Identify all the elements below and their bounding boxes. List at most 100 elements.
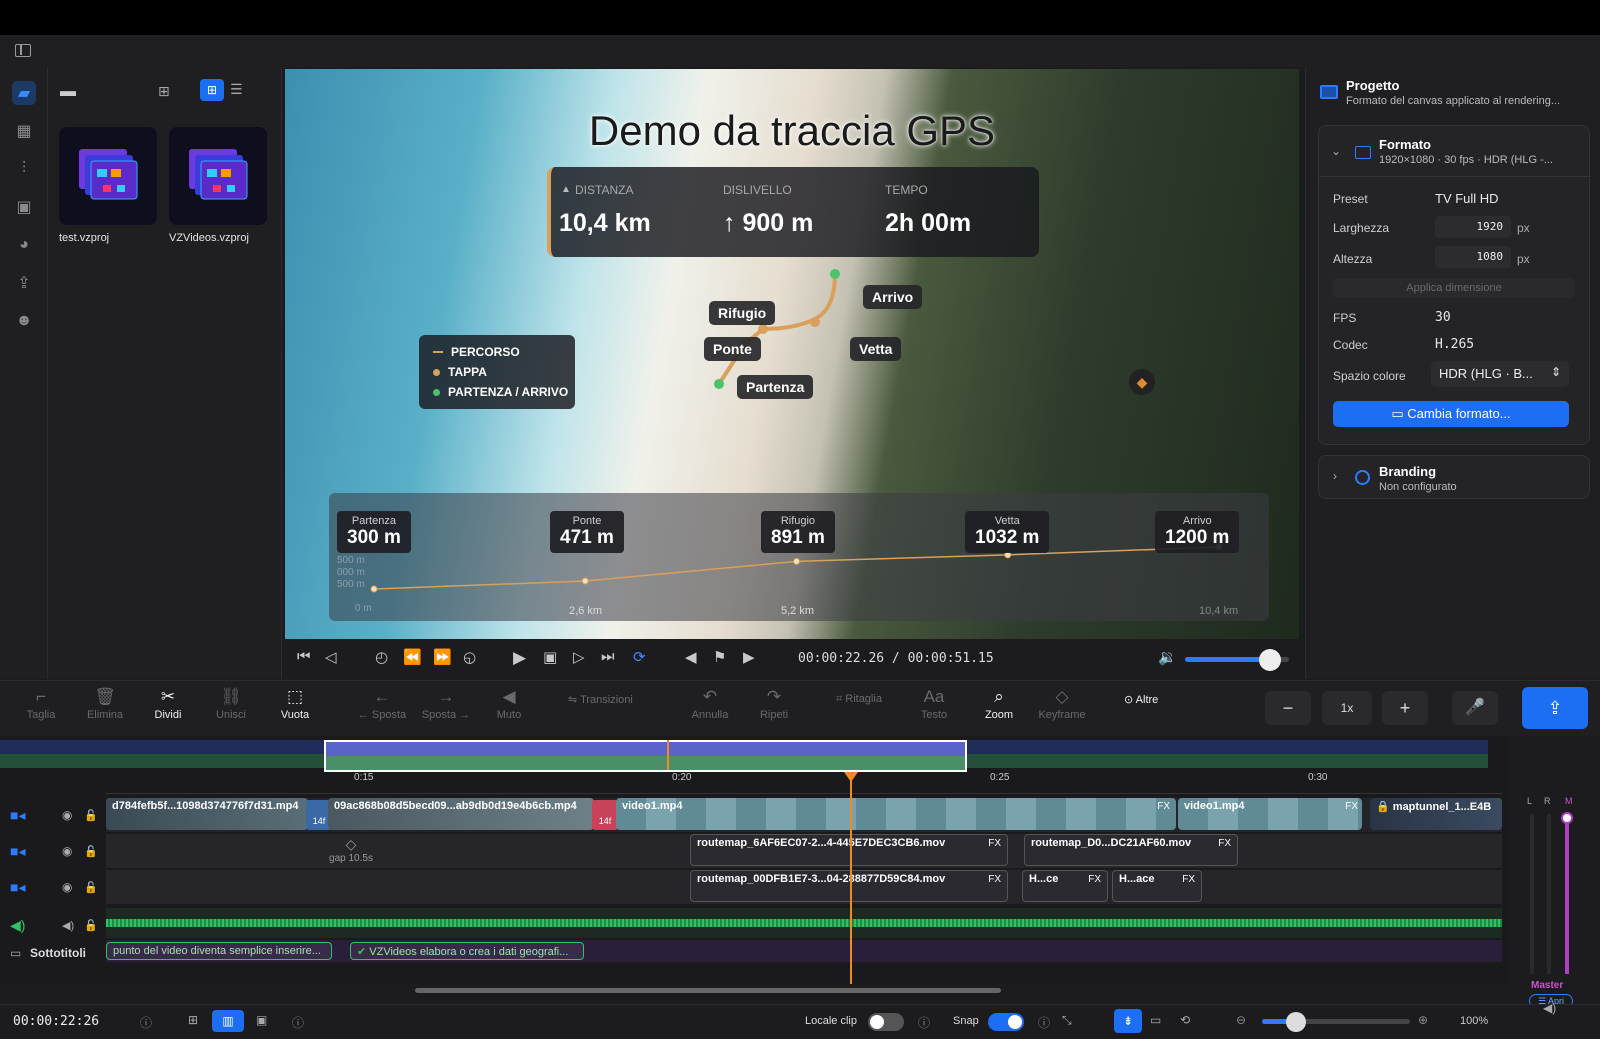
skip-end-icon[interactable]: ⏭: [601, 648, 615, 665]
step-forward-icon[interactable]: ⏩: [433, 648, 452, 666]
prev-frame-icon[interactable]: ◁: [325, 648, 337, 666]
film-icon[interactable]: ▦: [12, 119, 36, 143]
overview-viewport[interactable]: [324, 740, 967, 772]
delete-button[interactable]: 🗑 Elimina: [77, 687, 133, 721]
help-icon[interactable]: ⓘ: [1038, 1014, 1050, 1031]
video-clip[interactable]: 🔒 maptunnel_1...E4B: [1370, 798, 1502, 830]
lock-icon[interactable]: 🔓: [84, 881, 98, 894]
image-icon[interactable]: ▣: [256, 1013, 267, 1027]
volume-icon[interactable]: 🔉: [1158, 648, 1177, 666]
skip-start-icon[interactable]: ⏮: [297, 648, 311, 665]
zoom-in-button[interactable]: +: [1382, 691, 1428, 725]
play-icon[interactable]: ▶: [513, 648, 526, 668]
next-flag-icon[interactable]: ▶: [743, 648, 755, 666]
forward-icon[interactable]: ◵: [463, 648, 476, 666]
speaker-icon[interactable]: ◀): [10, 917, 25, 934]
share-icon[interactable]: ⇪: [12, 271, 36, 295]
lock-icon[interactable]: 🔓: [84, 919, 98, 932]
sticker-icon[interactable]: ☻: [12, 309, 36, 333]
empty-button[interactable]: ⬚ Vuota: [267, 687, 323, 721]
text-button[interactable]: Aa Testo: [906, 687, 962, 721]
magnet-icon[interactable]: ⤡: [1062, 1013, 1072, 1028]
join-button[interactable]: ⛓ Unisci: [203, 687, 259, 721]
volume-slider[interactable]: [1185, 649, 1289, 671]
audio-waveform[interactable]: [106, 919, 1502, 927]
master-fader[interactable]: [1565, 814, 1569, 974]
help-icon[interactable]: ⓘ: [292, 1014, 304, 1031]
route-clip[interactable]: routemap_6AF6EC07-2...4-445E7DEC3CB6.mov…: [690, 834, 1008, 866]
microphone-button[interactable]: 🎤: [1452, 691, 1498, 725]
mute-button[interactable]: ◀ Muto: [481, 687, 537, 721]
cut-button[interactable]: ⌐ Taglia: [13, 687, 69, 721]
more-button[interactable]: ⊙ Altre: [1124, 693, 1184, 706]
zoom-button[interactable]: ⌕ Zoom: [971, 687, 1027, 721]
layout-button[interactable]: ▥: [212, 1010, 244, 1032]
locale-clip-toggle[interactable]: [868, 1013, 904, 1031]
volume-knob[interactable]: [1259, 649, 1282, 671]
subtitle-clip[interactable]: punto del video diventa semplice inserir…: [106, 942, 332, 960]
video-camera-icon[interactable]: ■◂: [10, 807, 25, 824]
timeline-zoom-slider[interactable]: [1262, 1012, 1410, 1032]
snap-toggle[interactable]: [988, 1013, 1024, 1031]
keyframe-button[interactable]: ◇ Keyframe: [1034, 687, 1090, 721]
sidebar-toggle-icon[interactable]: [15, 44, 31, 57]
prev-flag-icon[interactable]: ◀: [685, 648, 697, 666]
split-button[interactable]: ✂ Dividi: [140, 687, 196, 721]
lock-icon[interactable]: 🔓: [84, 809, 98, 822]
eye-icon[interactable]: ◉: [62, 844, 72, 858]
move-left-button[interactable]: ← ← Sposta: [354, 687, 410, 721]
aspect-icon[interactable]: ▭: [1150, 1013, 1161, 1027]
help-icon[interactable]: ⓘ: [918, 1014, 930, 1031]
eye-icon[interactable]: ◉: [62, 880, 72, 894]
zoom-in-icon[interactable]: ⊕: [1418, 1013, 1428, 1027]
video-preview[interactable]: Demo da traccia GPS ▲ DISTANZA 10,4 km D…: [285, 69, 1299, 639]
width-field[interactable]: 1920: [1435, 216, 1511, 238]
grid-view-button[interactable]: ⊞: [200, 79, 224, 101]
zoom-out-icon[interactable]: ⊖: [1236, 1013, 1246, 1027]
video-clip[interactable]: video1.mp4 FX: [616, 798, 1176, 830]
video-clip[interactable]: d784fefb5f...1098d374776f7d31.mp4: [106, 798, 308, 830]
master-fader-knob[interactable]: [1561, 812, 1573, 824]
route-clip[interactable]: H...ce FX: [1022, 870, 1108, 902]
export-button[interactable]: ⇪: [1522, 687, 1588, 729]
preset-value[interactable]: TV Full HD: [1435, 191, 1499, 206]
new-folder-icon[interactable]: ▬: [60, 83, 76, 101]
next-marker-icon[interactable]: ▷: [573, 648, 585, 666]
step-back-icon[interactable]: ⏪: [403, 648, 422, 666]
time-ruler[interactable]: 0:15 0:20 0:25 0:30: [106, 772, 1502, 794]
gap-marker[interactable]: ◇ gap 10.5s: [306, 836, 396, 864]
loop-range-icon[interactable]: ▣: [543, 648, 557, 666]
undo-button[interactable]: ↶ Annulla: [682, 687, 738, 721]
magnet-snap-button[interactable]: ⇟: [1114, 1009, 1142, 1033]
audio-waveform-icon[interactable]: ⫶: [12, 157, 36, 181]
branding-card[interactable]: › Branding Non configurato: [1318, 455, 1590, 499]
rewind-icon[interactable]: ◴: [375, 648, 388, 666]
volume-icon[interactable]: ◀): [62, 919, 74, 932]
video-camera-icon[interactable]: ■◂: [10, 879, 25, 896]
video-clip[interactable]: video1.mp4 FX: [1178, 798, 1362, 830]
project-thumbnail[interactable]: [169, 127, 267, 225]
route-clip[interactable]: routemap_D0...DC21AF60.mov FX: [1024, 834, 1238, 866]
image-icon[interactable]: ▣: [12, 195, 36, 219]
grid-small-icon[interactable]: ⊞: [158, 83, 170, 100]
redo-button[interactable]: ↷ Ripeti: [746, 687, 802, 721]
fit-icon[interactable]: ⟲: [1180, 1013, 1190, 1027]
height-field[interactable]: 1080: [1435, 246, 1511, 268]
grid-icon[interactable]: ⊞: [188, 1013, 198, 1027]
transitions-button[interactable]: ⇋ Transizioni: [568, 693, 658, 706]
speed-value[interactable]: 1x: [1322, 691, 1372, 725]
help-icon[interactable]: ⓘ: [140, 1014, 152, 1031]
chevron-down-icon[interactable]: ⌄: [1331, 144, 1341, 158]
apply-size-button[interactable]: Applica dimensione: [1333, 278, 1575, 298]
timeline-scrollbar[interactable]: [415, 988, 1001, 993]
color-space-select[interactable]: HDR (HLG · B... ⇕: [1431, 361, 1569, 387]
zoom-out-button[interactable]: −: [1265, 691, 1311, 725]
flag-icon[interactable]: ⚑: [713, 648, 726, 666]
palette-icon[interactable]: ◕: [12, 233, 36, 257]
route-clip[interactable]: H...ace FX: [1112, 870, 1202, 902]
loop-icon[interactable]: ⟳: [633, 648, 646, 666]
eye-icon[interactable]: ◉: [62, 808, 72, 822]
route-clip[interactable]: routemap_00DFB1E7-3...04-288877D59C84.mo…: [690, 870, 1008, 902]
speaker-icon[interactable]: ◀): [1543, 1001, 1556, 1015]
crop-button[interactable]: ⌗ Ritaglia: [836, 693, 906, 706]
